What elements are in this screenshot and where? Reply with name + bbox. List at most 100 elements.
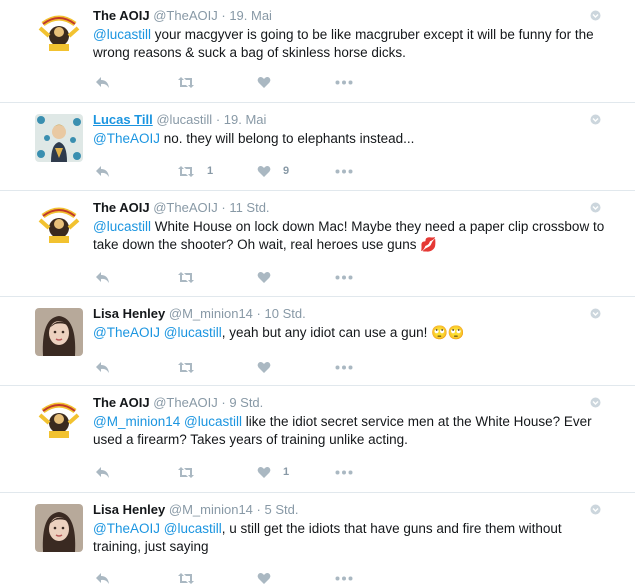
tweet-actions: 1 xyxy=(93,464,393,480)
reply-button[interactable] xyxy=(95,163,110,179)
reply-icon xyxy=(96,165,109,177)
like-button[interactable]: 9 xyxy=(257,163,289,179)
tweet-header: The AOIJ @TheAOIJ · 11 Std. xyxy=(93,200,270,216)
more-button[interactable] xyxy=(335,570,353,586)
caret-icon[interactable] xyxy=(590,504,601,515)
display-name[interactable]: Lisa Henley xyxy=(93,502,165,517)
retweet-count: 1 xyxy=(207,165,214,177)
mention-link[interactable]: @lucastill xyxy=(164,521,222,536)
tweet[interactable]: Lucas Till @lucastill · 19. Mai @TheAOIJ… xyxy=(0,104,635,191)
mention-link[interactable]: @M_minion14 xyxy=(93,414,180,429)
retweet-button[interactable] xyxy=(177,359,207,375)
retweet-icon xyxy=(178,76,194,88)
timestamp[interactable]: 9 Std. xyxy=(229,395,263,410)
like-count: 1 xyxy=(283,466,290,478)
user-handle[interactable]: @TheAOIJ xyxy=(153,395,218,410)
heart-icon xyxy=(257,572,271,584)
more-icon xyxy=(335,365,353,369)
tweet-actions xyxy=(93,570,393,586)
heart-icon xyxy=(257,76,271,88)
user-handle[interactable]: @M_minion14 xyxy=(169,502,253,517)
like-button[interactable] xyxy=(257,570,283,586)
tweet[interactable]: Lisa Henley @M_minion14 · 5 Std. @TheAOI… xyxy=(0,494,635,584)
reply-icon xyxy=(96,466,109,478)
timestamp[interactable]: 10 Std. xyxy=(265,306,306,321)
tweet[interactable]: The AOIJ @TheAOIJ · 19. Mai @lucastill y… xyxy=(0,0,635,103)
timestamp[interactable]: 19. Mai xyxy=(229,8,272,23)
caret-icon[interactable] xyxy=(590,397,601,408)
avatar[interactable] xyxy=(35,202,83,250)
user-handle[interactable]: @TheAOIJ xyxy=(153,200,218,215)
retweet-icon xyxy=(178,165,194,177)
caret-icon[interactable] xyxy=(590,10,601,21)
more-button[interactable] xyxy=(335,74,353,90)
timestamp[interactable]: 11 Std. xyxy=(229,200,269,215)
separator-dot: · xyxy=(221,395,226,410)
like-count: 9 xyxy=(283,165,290,177)
timestamp[interactable]: 19. Mai xyxy=(224,112,267,127)
timestamp[interactable]: 5 Std. xyxy=(265,502,299,517)
mention-link[interactable]: @lucastill xyxy=(184,414,242,429)
caret-icon[interactable] xyxy=(590,114,601,125)
display-name[interactable]: The AOIJ xyxy=(93,395,150,410)
user-handle[interactable]: @M_minion14 xyxy=(169,306,253,321)
separator-dot: · xyxy=(215,112,221,127)
tweet-header: The AOIJ @TheAOIJ · 19. Mai xyxy=(93,8,272,24)
tweet-text: @M_minion14 @lucastill like the idiot se… xyxy=(93,413,613,449)
reply-button[interactable] xyxy=(95,464,110,480)
mention-link[interactable]: @TheAOIJ xyxy=(93,131,160,146)
like-button[interactable] xyxy=(257,269,283,285)
retweet-icon xyxy=(178,572,194,584)
reply-button[interactable] xyxy=(95,269,110,285)
display-name[interactable]: Lisa Henley xyxy=(93,306,165,321)
retweet-icon xyxy=(178,466,194,478)
more-button[interactable] xyxy=(335,269,353,285)
retweet-button[interactable] xyxy=(177,74,207,90)
avatar[interactable] xyxy=(35,504,83,552)
more-button[interactable] xyxy=(335,464,353,480)
heart-icon xyxy=(257,165,271,177)
display-name[interactable]: Lucas Till xyxy=(93,112,153,127)
caret-icon[interactable] xyxy=(590,308,601,319)
like-button[interactable]: 1 xyxy=(257,464,289,480)
caret-icon[interactable] xyxy=(590,202,601,213)
retweet-button[interactable] xyxy=(177,464,207,480)
avatar[interactable] xyxy=(35,397,83,445)
avatar[interactable] xyxy=(35,114,83,162)
retweet-button[interactable] xyxy=(177,269,207,285)
display-name[interactable]: The AOIJ xyxy=(93,8,150,23)
tweet-text: @lucastill White House on lock down Mac!… xyxy=(93,218,613,254)
separator-dot: · xyxy=(221,8,226,23)
more-icon xyxy=(335,470,353,474)
user-handle[interactable]: @TheAOIJ xyxy=(153,8,218,23)
like-button[interactable] xyxy=(257,359,283,375)
reply-button[interactable] xyxy=(95,570,110,586)
like-button[interactable] xyxy=(257,74,283,90)
separator-dot: · xyxy=(256,306,261,321)
tweet-text: @TheAOIJ no. they will belong to elephan… xyxy=(93,130,613,148)
more-button[interactable] xyxy=(335,163,353,179)
avatar[interactable] xyxy=(35,10,83,58)
reply-button[interactable] xyxy=(95,74,110,90)
retweet-button[interactable] xyxy=(177,570,207,586)
tweet[interactable]: The AOIJ @TheAOIJ · 11 Std. @lucastill W… xyxy=(0,192,635,297)
mention-link[interactable]: @lucastill xyxy=(164,325,222,340)
more-icon xyxy=(335,275,353,279)
tweet-body: , yeah but any idiot can use a gun! 🙄🙄 xyxy=(221,325,465,340)
retweet-button[interactable]: 1 xyxy=(177,163,213,179)
tweet-body: White House on lock down Mac! Maybe they… xyxy=(93,219,605,252)
more-button[interactable] xyxy=(335,359,353,375)
reply-button[interactable] xyxy=(95,359,110,375)
tweet-actions xyxy=(93,359,393,375)
reply-icon xyxy=(96,271,109,283)
mention-link[interactable]: @lucastill xyxy=(93,27,151,42)
mention-link[interactable]: @TheAOIJ xyxy=(93,521,160,536)
mention-link[interactable]: @TheAOIJ xyxy=(93,325,160,340)
tweet[interactable]: Lisa Henley @M_minion14 · 10 Std. @TheAO… xyxy=(0,298,635,386)
display-name[interactable]: The AOIJ xyxy=(93,200,150,215)
user-handle[interactable]: @lucastill xyxy=(156,112,212,127)
tweet-actions xyxy=(93,269,393,285)
avatar[interactable] xyxy=(35,308,83,356)
tweet[interactable]: The AOIJ @TheAOIJ · 9 Std. @M_minion14 @… xyxy=(0,387,635,493)
mention-link[interactable]: @lucastill xyxy=(93,219,151,234)
